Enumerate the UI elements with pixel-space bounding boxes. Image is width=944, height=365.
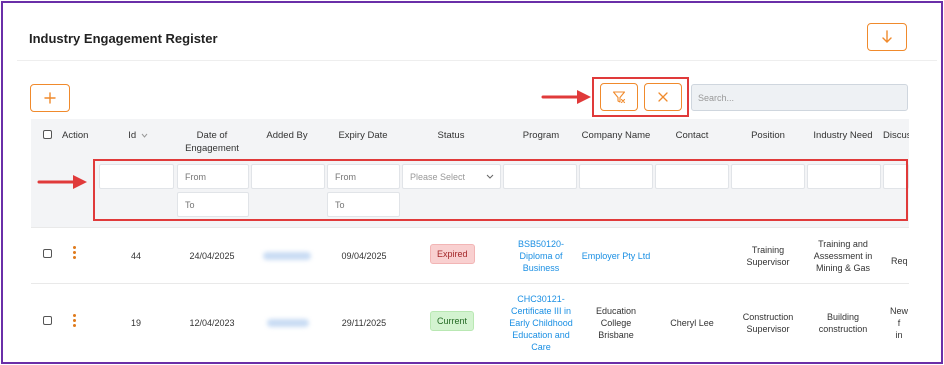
discussion-line: f — [897, 318, 901, 328]
discussion-line: New — [889, 306, 908, 316]
program-line: Business — [522, 263, 560, 273]
cell-date-of-engagement: 12/04/2023 — [189, 318, 235, 328]
search-input[interactable] — [691, 84, 908, 111]
program-line: Care — [531, 342, 551, 352]
arrow-down-icon — [882, 30, 892, 43]
cell-program-link[interactable]: CHC30121- Certificate III in Early Child… — [503, 293, 579, 353]
clear-filters-button[interactable] — [600, 83, 638, 111]
column-header-id[interactable]: Id — [123, 129, 153, 142]
column-header-expiry-date[interactable]: Expiry Date — [328, 129, 398, 142]
column-header-action[interactable]: Action — [62, 129, 88, 142]
page-title: Industry Engagement Register — [29, 31, 218, 46]
program-line: Certificate III in — [510, 306, 572, 316]
select-all-checkbox[interactable] — [43, 130, 52, 139]
column-header-discussion[interactable]: Discus — [883, 129, 909, 142]
column-header-industry-need[interactable]: Industry Need — [808, 129, 878, 142]
kebab-menu-icon[interactable] — [73, 314, 77, 329]
cell-position: Construction Supervisor — [733, 311, 803, 335]
annotation-arrow-tools — [541, 90, 591, 104]
kebab-menu-icon[interactable] — [73, 246, 77, 261]
industry-need-line: construction — [818, 324, 868, 334]
program-line: Education and — [512, 330, 570, 340]
cell-industry-need: Building construction — [808, 311, 878, 335]
clear-search-button[interactable] — [644, 83, 682, 111]
status-badge: Current — [430, 311, 475, 331]
app-frame: Industry Engagement Register Action Id D… — [1, 1, 943, 364]
row-divider — [31, 283, 909, 284]
cell-company-name-link[interactable]: Employer Pty Ltd — [577, 250, 655, 262]
column-header-program[interactable]: Program — [506, 129, 576, 142]
row-checkbox[interactable] — [43, 316, 52, 325]
column-header-company-name[interactable]: Company Name — [578, 129, 654, 142]
plus-icon — [44, 92, 56, 104]
column-header-date-of-engagement[interactable]: Date of Engagement — [179, 129, 245, 155]
column-header-status[interactable]: Status — [416, 129, 486, 142]
column-header-added-by[interactable]: Added By — [253, 129, 321, 142]
company-line: College — [600, 318, 632, 328]
row-checkbox[interactable] — [43, 249, 52, 258]
cell-date-of-engagement: 24/04/2025 — [189, 251, 235, 261]
highlight-filter-row — [93, 159, 908, 221]
row-divider — [31, 227, 909, 228]
industry-need-line: Mining & Gas — [815, 263, 871, 273]
cell-position: Training Supervisor — [733, 244, 803, 268]
add-button[interactable] — [30, 84, 70, 112]
industry-need-line: Assessment in — [813, 251, 873, 261]
column-header-position[interactable]: Position — [733, 129, 803, 142]
sort-chevron-icon — [141, 133, 148, 138]
industry-need-line: Training and — [818, 239, 868, 249]
position-line: Construction — [742, 312, 794, 322]
engagement-table: Action Id Date of Engagement Added By Ex… — [31, 119, 911, 362]
cell-company-name: Education College Brisbane — [579, 305, 653, 341]
cell-contact: Cheryl Lee — [670, 318, 714, 328]
program-line: Early Childhood — [509, 318, 573, 328]
company-line: Education — [595, 306, 637, 316]
close-icon — [658, 92, 668, 102]
annotation-arrow-filters — [37, 175, 87, 189]
cell-program-link[interactable]: BSB50120- Diploma of Business — [508, 238, 574, 274]
redacted-added-by — [267, 319, 309, 327]
filter-clear-icon — [612, 91, 626, 104]
position-line: Supervisor — [746, 324, 790, 334]
cell-industry-need: Training and Assessment in Mining & Gas — [805, 238, 881, 274]
column-header-contact[interactable]: Contact — [657, 129, 727, 142]
download-button[interactable] — [867, 23, 907, 51]
cell-id: 19 — [130, 318, 141, 328]
program-line: Diploma of — [519, 251, 563, 261]
column-header-id-label: Id — [128, 130, 137, 141]
cell-id: 44 — [130, 251, 141, 261]
cell-discussion: New f in — [887, 305, 911, 341]
header-divider — [17, 60, 937, 61]
status-badge: Expired — [430, 244, 475, 264]
industry-need-line: Building — [826, 312, 860, 322]
program-line: CHC30121- — [517, 294, 565, 304]
discussion-line: in — [895, 330, 903, 340]
position-line: Training — [751, 245, 785, 255]
cell-discussion: Req — [891, 256, 908, 266]
company-line: Brisbane — [598, 330, 634, 340]
cell-expiry-date: 29/11/2025 — [341, 318, 387, 328]
program-line: BSB50120- — [517, 239, 565, 249]
position-line: Supervisor — [746, 257, 790, 267]
cell-expiry-date: 09/04/2025 — [341, 251, 387, 261]
redacted-added-by — [263, 252, 311, 260]
